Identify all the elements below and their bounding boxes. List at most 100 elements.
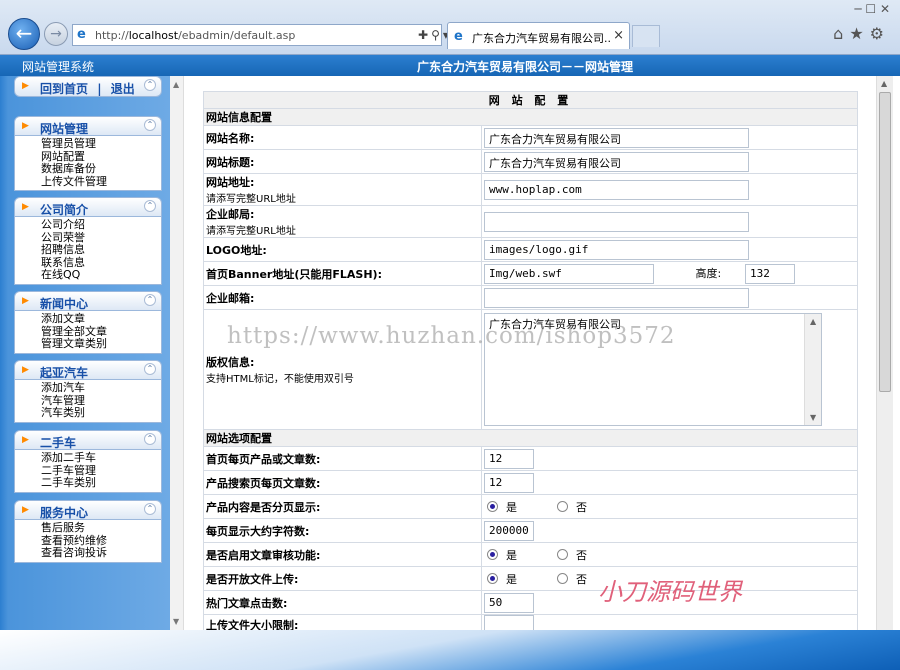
scroll-up-icon[interactable]: ▲ [881, 79, 887, 88]
upload-radio-group: 是 否 [484, 571, 855, 587]
banner-input[interactable]: Img/web.swf [484, 263, 654, 284]
chevron-up-icon[interactable]: ⌃ [144, 503, 156, 515]
ie-page-icon: e [77, 27, 86, 42]
favorites-icon[interactable]: ★ [849, 24, 869, 43]
arrow-icon: ▶ [22, 505, 29, 515]
frame-scrollbar[interactable]: ▲ ▼ [170, 76, 184, 650]
audit-yes-label: 是 [506, 548, 517, 562]
home-icon[interactable]: ⌂ [833, 24, 849, 43]
upload-no-radio[interactable] [557, 573, 568, 584]
logo-input[interactable]: images/logo.gif [484, 239, 749, 260]
chevron-up-icon[interactable]: ⌃ [144, 200, 156, 212]
search-per-page-input[interactable]: 12 [484, 472, 534, 493]
scroll-down-icon[interactable]: ▼ [810, 413, 816, 422]
sidebar-item-complaints[interactable]: 查看咨询投诉 [41, 546, 161, 560]
sidebar-item-article-categories[interactable]: 管理文章类别 [41, 337, 161, 351]
back-button[interactable]: ← [8, 18, 40, 50]
home-link[interactable]: 回到首页 [40, 82, 88, 96]
new-tab-button[interactable] [632, 25, 660, 47]
email-label: 企业邮局: [206, 208, 255, 221]
sidebar-item-jobs[interactable]: 招聘信息 [41, 243, 161, 257]
sidebar-item-online-qq[interactable]: 在线QQ [41, 268, 161, 282]
tab-title: 广东合力汽车贸易有限公司... [472, 32, 612, 45]
browser-tab[interactable]: e 广东合力汽车贸易有限公司... × [447, 22, 630, 49]
copyright-text: 广东合力汽车贸易有限公司 [489, 318, 621, 331]
audit-radio-group: 是 否 [484, 547, 855, 563]
sidebar-item-add-car[interactable]: 添加汽车 [41, 381, 161, 395]
sidebar-panel-site-management: ▶ 网站管理 ⌃ 管理员管理 网站配置 数据库备份 上传文件管理 [14, 116, 162, 191]
chevron-up-icon[interactable]: ⌃ [144, 363, 156, 375]
textarea-scrollbar[interactable]: ▲ ▼ [804, 314, 821, 425]
arrow-icon: ▶ [22, 365, 29, 375]
address-url[interactable]: http://localhost/ebadmin/default.asp [95, 29, 295, 42]
site-title-input[interactable]: 广东合力汽车贸易有限公司 [484, 151, 749, 172]
paginate-no-radio[interactable] [557, 501, 568, 512]
page-scrollbar[interactable]: ▲ ▼ [876, 76, 893, 650]
sidebar-item-after-sales[interactable]: 售后服务 [41, 521, 161, 535]
sidebar-panel-used-cars: ▶ 二手车 ⌃ 添加二手车 二手车管理 二手车类别 [14, 430, 162, 493]
panel-title: 网站管理 [40, 122, 89, 136]
forward-button[interactable]: → [44, 22, 68, 46]
per-page-label: 首页每页产品或文章数: [203, 446, 482, 471]
chevron-up-icon[interactable]: ⌃ [144, 294, 156, 306]
site-url-hint: 请添写完整URL地址 [206, 194, 296, 205]
chevron-up-icon[interactable]: ⌃ [144, 119, 156, 131]
logout-link[interactable]: 退出 [111, 82, 135, 96]
site-name-input[interactable]: 广东合力汽车贸易有限公司 [484, 127, 749, 148]
window-controls[interactable]: ─ ☐ ✕ [854, 2, 890, 16]
scroll-up-icon[interactable]: ▲ [173, 80, 179, 89]
sidebar-item-add-used-car[interactable]: 添加二手车 [41, 451, 161, 465]
paginate-radio-group: 是 否 [484, 499, 855, 515]
site-url-input[interactable]: www.hoplap.com [484, 179, 749, 200]
chevron-up-icon[interactable]: ⌃ [144, 433, 156, 445]
mailbox-label: 企业邮箱: [203, 285, 482, 310]
upload-label: 是否开放文件上传: [203, 566, 482, 591]
copyright-hint: 支持HTML标记，不能使用双引号 [206, 374, 354, 385]
paginate-label: 产品内容是否分页显示: [203, 494, 482, 519]
section-site-options: 网站选项配置 [203, 429, 858, 447]
compat-icon[interactable]: ✚ [418, 28, 431, 42]
panel-title: 服务中心 [40, 506, 89, 520]
paginate-yes-radio[interactable] [487, 501, 498, 512]
app-header: 网站管理系统 广东合力汽车贸易有限公司－－网站管理 [0, 55, 900, 76]
sidebar-item-car-categories[interactable]: 汽车类别 [41, 406, 161, 420]
forward-arrow-icon: → [50, 26, 62, 42]
email-input[interactable] [484, 211, 749, 232]
site-url-label: 网站地址: [206, 176, 255, 189]
sidebar-item-upload-files[interactable]: 上传文件管理 [41, 175, 161, 189]
panel-title: 二手车 [40, 436, 77, 450]
mailbox-input[interactable] [484, 287, 749, 308]
height-input[interactable]: 132 [745, 263, 795, 284]
search-icon[interactable]: ⚲ [431, 28, 443, 42]
arrow-icon: ▶ [22, 296, 29, 306]
chevron-up-icon[interactable]: ⌃ [144, 79, 156, 91]
audit-yes-radio[interactable] [487, 549, 498, 560]
tab-close-icon[interactable]: × [613, 28, 624, 43]
audit-no-radio[interactable] [557, 549, 568, 560]
arrow-icon: ▶ [22, 435, 29, 445]
scrollbar-thumb[interactable] [879, 92, 891, 392]
address-bar[interactable]: e http://localhost/ebadmin/default.asp ✚… [72, 24, 475, 46]
sidebar-item-add-article[interactable]: 添加文章 [41, 312, 161, 326]
settings-gear-icon[interactable]: ⚙ [870, 24, 890, 43]
panel-title: 起亚汽车 [40, 366, 89, 380]
sidebar-item-db-backup[interactable]: 数据库备份 [41, 162, 161, 176]
audit-label: 是否启用文章审核功能: [203, 542, 482, 567]
chars-input[interactable]: 200000 [484, 520, 534, 541]
upload-yes-radio[interactable] [487, 573, 498, 584]
copyright-textarea[interactable]: 广东合力汽车贸易有限公司 ▲ ▼ [484, 313, 822, 426]
sidebar-panel-news: ▶ 新闻中心 ⌃ 添加文章 管理全部文章 管理文章类别 [14, 291, 162, 354]
per-page-input[interactable]: 12 [484, 448, 534, 469]
banner-label: 首页Banner地址(只能用FLASH): [203, 261, 482, 286]
arrow-icon: ▶ [22, 202, 29, 212]
chars-label: 每页显示大约字符数: [203, 518, 482, 543]
hot-clicks-label: 热门文章点击数: [203, 590, 482, 615]
footer-wave [0, 630, 900, 670]
scroll-down-icon[interactable]: ▼ [173, 617, 179, 626]
browser-chrome: ─ ☐ ✕ ← → e http://localhost/ebadmin/def… [0, 0, 900, 55]
sidebar-item-company-intro[interactable]: 公司介绍 [41, 218, 161, 232]
sidebar-item-used-car-categories[interactable]: 二手车类别 [41, 476, 161, 490]
hot-clicks-input[interactable]: 50 [484, 592, 534, 613]
sidebar-item-admin-management[interactable]: 管理员管理 [41, 137, 161, 151]
scroll-up-icon[interactable]: ▲ [810, 317, 816, 326]
